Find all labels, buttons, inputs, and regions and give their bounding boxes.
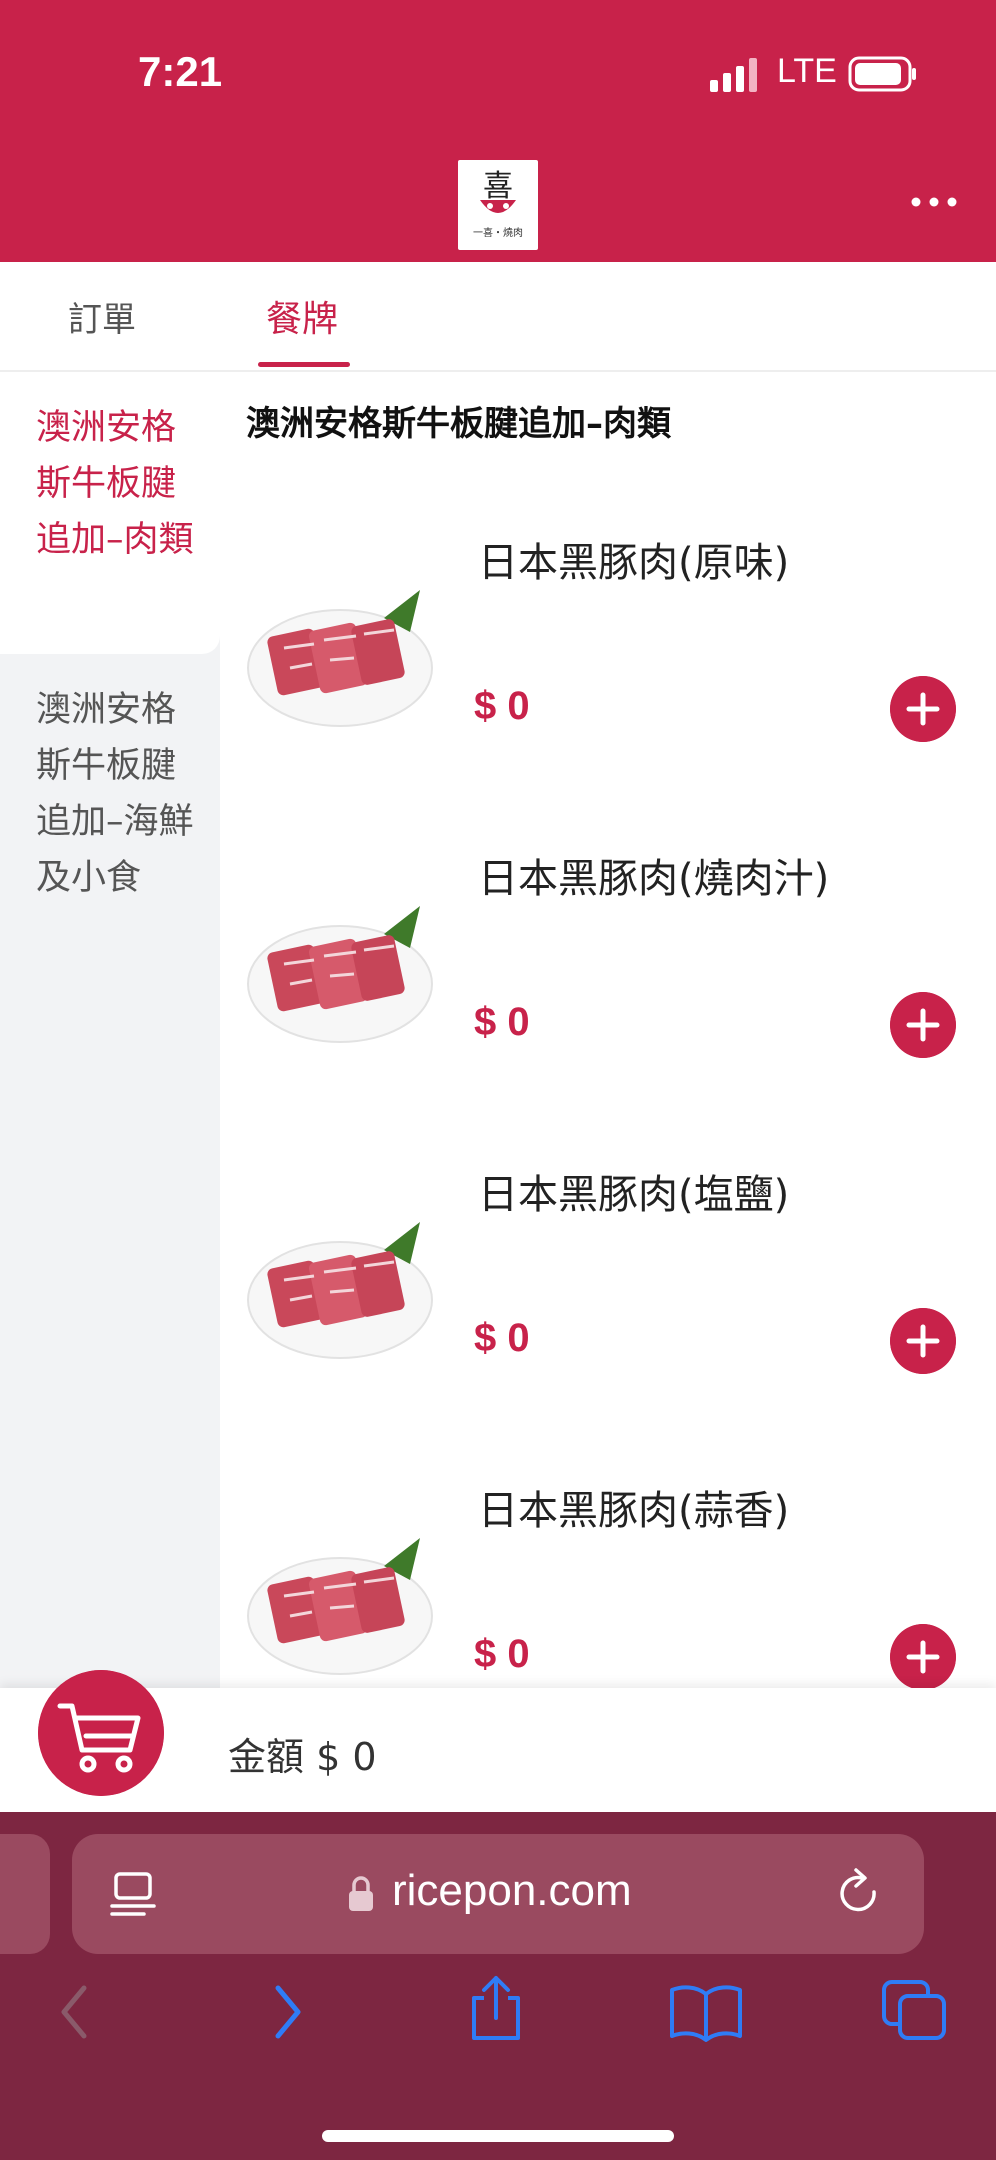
item-name: 日本黑豚肉(蒜香) bbox=[478, 1488, 790, 1534]
brand-logo: 喜 一喜・燒肉 bbox=[458, 160, 538, 250]
cart-button[interactable] bbox=[38, 1670, 164, 1796]
status-time: 7:21 bbox=[138, 48, 223, 95]
add-button[interactable] bbox=[890, 676, 956, 742]
tab-bar: 訂單 餐牌 bbox=[0, 262, 996, 372]
share-icon[interactable] bbox=[466, 1972, 526, 2044]
meat-plate-image bbox=[247, 1538, 433, 1675]
address-bar[interactable]: ricepon.com bbox=[72, 1834, 924, 1954]
category-sidebar: 澳洲安格斯牛板腱追加–肉類 澳洲安格斯牛板腱追加–海鮮及小食 bbox=[0, 372, 220, 1688]
logo-mark-icon: 喜 bbox=[480, 169, 516, 213]
reload-icon[interactable] bbox=[832, 1866, 886, 1922]
tab-orders[interactable]: 訂單 bbox=[68, 292, 136, 341]
forward-icon[interactable] bbox=[266, 1980, 310, 2044]
item-price: $ 0 bbox=[474, 1000, 530, 1044]
app-header: 7:21 LTE 喜 一喜・燒肉 bbox=[0, 0, 996, 262]
svg-text:喜: 喜 bbox=[483, 169, 513, 204]
network-label: LTE bbox=[777, 52, 837, 90]
menu-item[interactable]: 日本黑豚肉(塩鹽) $ 0 bbox=[220, 1162, 996, 1478]
add-button[interactable] bbox=[890, 1624, 956, 1690]
cart-bar: 金額 $ 0 bbox=[0, 1670, 996, 1812]
menu-item[interactable]: 日本黑豚肉(燒肉汁) $ 0 bbox=[220, 846, 996, 1162]
url-text: ricepon.com bbox=[392, 1866, 632, 1915]
cart-total: 金額 $ 0 bbox=[228, 1735, 377, 1779]
meat-plate-image bbox=[247, 1222, 433, 1359]
browser-toolbar: ricepon.com bbox=[0, 1812, 996, 2160]
battery-icon bbox=[848, 56, 916, 92]
lock-icon bbox=[349, 1876, 373, 1911]
add-button[interactable] bbox=[890, 992, 956, 1058]
home-indicator bbox=[322, 2130, 674, 2142]
logo-text: 一喜・燒肉 bbox=[473, 228, 523, 239]
sidebar-item-seafood-snacks[interactable]: 澳洲安格斯牛板腱追加–海鮮及小食 bbox=[0, 654, 220, 984]
tab-menu[interactable]: 餐牌 bbox=[266, 290, 338, 342]
bookmarks-icon[interactable] bbox=[668, 1982, 744, 2042]
item-name: 日本黑豚肉(塩鹽) bbox=[478, 1172, 790, 1218]
item-price: $ 0 bbox=[474, 1632, 530, 1676]
add-button[interactable] bbox=[890, 1308, 956, 1374]
section-title: 澳洲安格斯牛板腱追加–肉類 bbox=[246, 404, 671, 444]
item-name: 日本黑豚肉(原味) bbox=[478, 540, 790, 586]
back-icon[interactable] bbox=[52, 1980, 96, 2044]
item-name: 日本黑豚肉(燒肉汁) bbox=[478, 856, 830, 902]
item-price: $ 0 bbox=[474, 1316, 530, 1360]
active-tab-indicator bbox=[258, 362, 350, 367]
more-icon[interactable] bbox=[906, 190, 966, 214]
meat-plate-image bbox=[247, 590, 433, 727]
tabs-icon[interactable] bbox=[880, 1978, 950, 2044]
previous-tab-preview[interactable] bbox=[0, 1834, 50, 1954]
signal-icon bbox=[710, 58, 757, 92]
sidebar-item-meat[interactable]: 澳洲安格斯牛板腱追加–肉類 bbox=[0, 372, 220, 654]
reader-icon[interactable] bbox=[108, 1868, 158, 1922]
meat-plate-image bbox=[247, 906, 433, 1043]
item-price: $ 0 bbox=[474, 684, 530, 728]
menu-item[interactable]: 日本黑豚肉(原味) $ 0 bbox=[220, 530, 996, 846]
